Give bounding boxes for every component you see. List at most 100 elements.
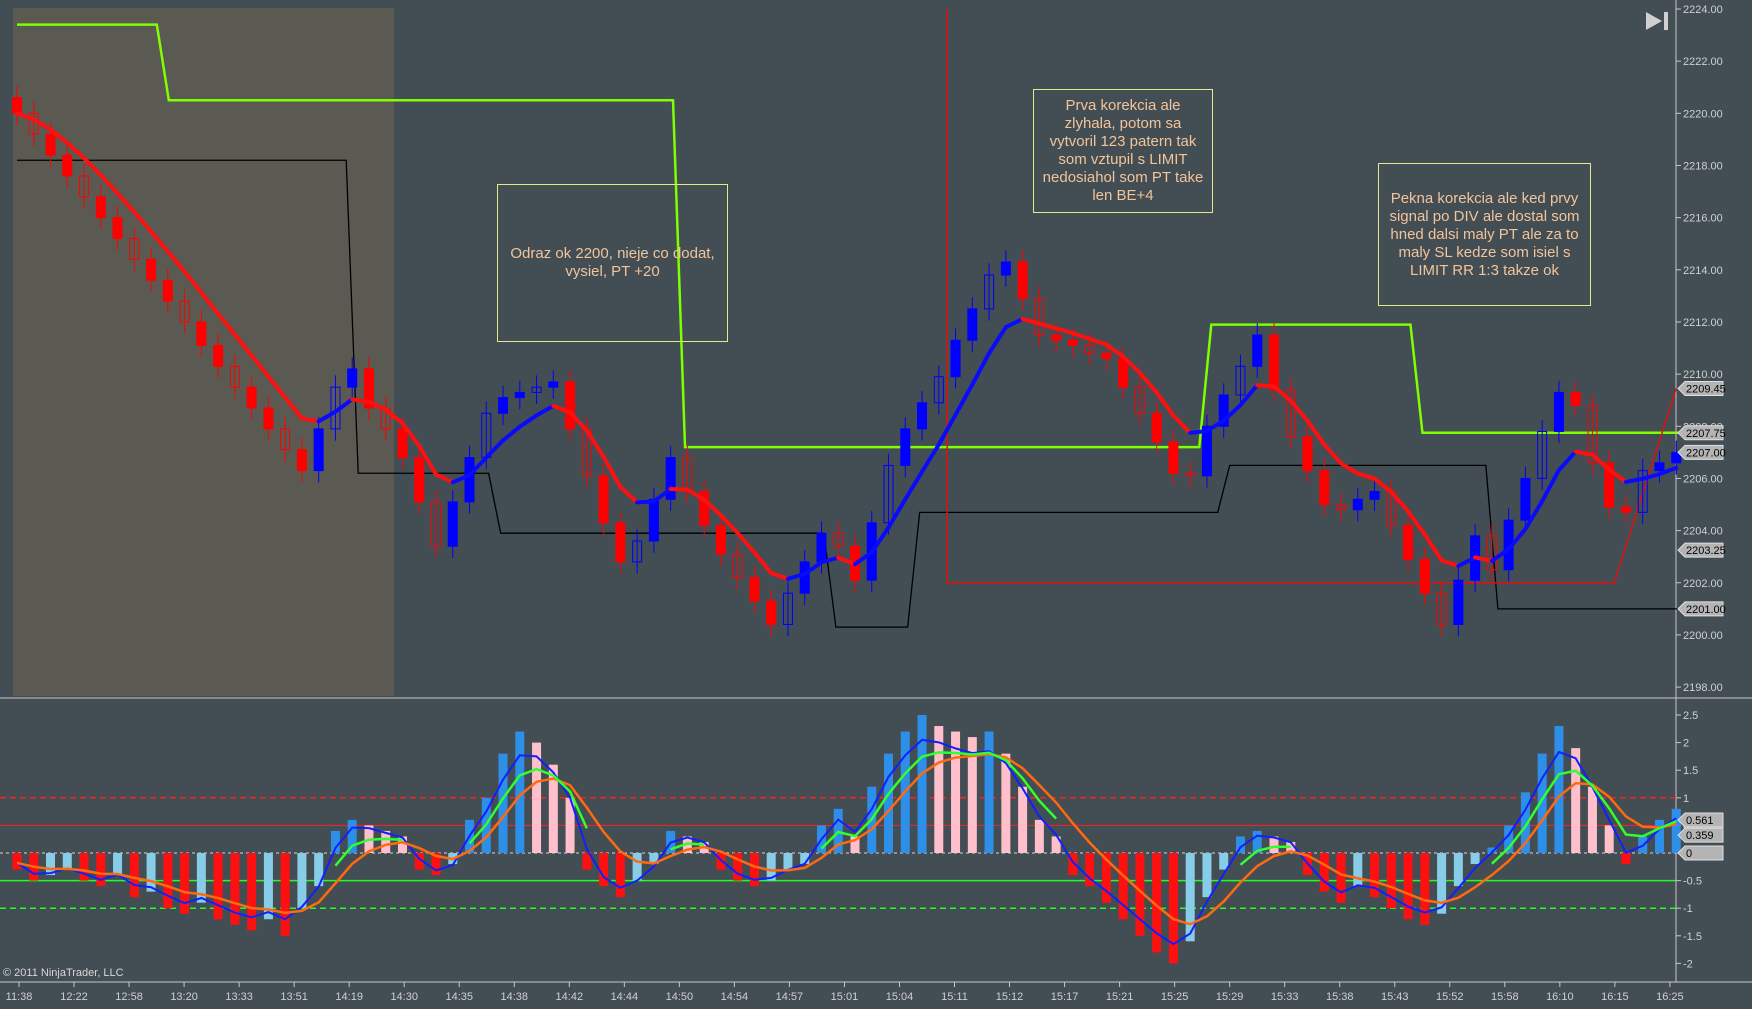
moving-average-segment <box>1154 390 1176 418</box>
skip-to-end-icon[interactable] <box>1644 10 1670 32</box>
moving-average-segment <box>987 325 1008 356</box>
price-tick-label: 2224.00 <box>1683 4 1723 16</box>
candle-down <box>162 279 173 302</box>
candle-down <box>749 577 760 602</box>
indicator-tick-label: -1 <box>1683 903 1693 915</box>
moving-average-segment <box>903 469 925 502</box>
candle-up <box>313 428 324 472</box>
time-tick-label: 15:17 <box>1051 991 1079 1003</box>
candle-up <box>347 368 358 388</box>
indicator-badge-label: 0.561 <box>1686 815 1714 827</box>
price-tick-label: 2218.00 <box>1683 160 1723 172</box>
moving-average-segment <box>1556 449 1578 473</box>
candle-down <box>213 344 224 367</box>
indicator-badge-label: 0 <box>1686 848 1692 860</box>
annotation-note-1[interactable]: Odraz ok 2200, nieje co dodat, vysiel, P… <box>497 184 728 342</box>
price-badge: 2203.25 <box>1677 542 1726 558</box>
price-tick-label: 2200.00 <box>1683 630 1723 642</box>
candle-down <box>1269 334 1279 391</box>
time-tick-label: 15:01 <box>831 991 859 1003</box>
histogram-bar <box>884 753 894 853</box>
moving-average-segment <box>1171 413 1193 435</box>
candle-up <box>900 428 911 466</box>
moving-average-segment <box>1372 476 1394 495</box>
price-badge-label: 2203.25 <box>1686 545 1726 557</box>
moving-average-segment <box>1422 532 1444 563</box>
time-tick-label: 15:04 <box>886 991 914 1003</box>
candle-up <box>1654 462 1665 472</box>
moving-average-segment <box>1255 383 1276 389</box>
price-tick-label: 2220.00 <box>1683 108 1723 120</box>
indicator-tick-label: 2 <box>1683 738 1689 750</box>
price-tick-label: 2202.00 <box>1683 578 1723 590</box>
time-tick-label: 16:10 <box>1546 991 1574 1003</box>
histogram-bar <box>1604 825 1614 853</box>
time-tick-label: 13:20 <box>170 991 198 1003</box>
time-tick-label: 16:25 <box>1656 991 1684 1003</box>
candle-down <box>1419 558 1430 594</box>
moving-average-segment <box>1540 468 1561 504</box>
time-tick-label: 13:33 <box>225 991 253 1003</box>
time-tick-label: 15:12 <box>996 991 1024 1003</box>
candle-down <box>296 449 307 472</box>
time-tick-label: 15:21 <box>1106 991 1134 1003</box>
moving-average-segment <box>584 428 606 459</box>
histogram-bar <box>1118 853 1128 920</box>
moving-average-segment <box>752 550 774 576</box>
histogram-bar <box>129 853 139 898</box>
annotation-note-3[interactable]: Pekna korekcia ale ked prvy signal po DI… <box>1378 163 1591 306</box>
moving-average-segment <box>635 499 656 505</box>
histogram-bar <box>917 715 927 853</box>
time-tick-label: 15:29 <box>1216 991 1244 1003</box>
histogram-bar <box>180 853 190 914</box>
histogram-bar <box>1319 853 1329 892</box>
price-tick-label: 2206.00 <box>1683 473 1723 485</box>
candle-down <box>715 524 726 555</box>
trading-chart[interactable]: 2224.00 2222.00 2220.00 2218.00 2216.00 2214.… <box>0 0 1752 1009</box>
moving-average-segment <box>1054 326 1075 336</box>
candle-down <box>1101 352 1112 359</box>
candle-down <box>1017 261 1028 299</box>
candle-down <box>45 133 56 156</box>
candle-up <box>548 381 559 388</box>
moving-average-segment <box>920 442 941 474</box>
moving-average-segment <box>1020 316 1042 326</box>
time-tick-label: 15:33 <box>1271 991 1299 1003</box>
histogram-bar <box>1587 786 1597 853</box>
candle-down <box>414 457 425 503</box>
moving-average-segment <box>1037 321 1059 331</box>
price-tick-label: 2212.00 <box>1683 317 1723 329</box>
candle-down <box>1403 524 1414 560</box>
time-tick-label: 14:38 <box>501 991 529 1003</box>
price-badge: 2201.00 <box>1677 601 1726 617</box>
candle-up <box>514 391 525 399</box>
time-tick-label: 14:57 <box>776 991 804 1003</box>
indicator-tick-label: -1.5 <box>1683 931 1702 943</box>
moving-average-segment <box>1439 558 1461 568</box>
candle-down <box>1151 412 1162 443</box>
moving-average-segment <box>517 413 539 429</box>
time-tick-label: 16:15 <box>1601 991 1629 1003</box>
histogram-bar <box>783 853 793 870</box>
moving-average-segment <box>1188 428 1209 435</box>
candle-up <box>1520 477 1531 521</box>
candle-up <box>1201 425 1212 477</box>
indicator-tick-label: -0.5 <box>1683 876 1702 888</box>
histogram-bar <box>247 853 257 931</box>
moving-average-segment <box>970 351 992 387</box>
moving-average-segment <box>1623 476 1645 484</box>
time-tick-label: 14:42 <box>556 991 584 1003</box>
indicator-tick-label: 2.5 <box>1683 710 1698 722</box>
copyright-text: © 2011 NinjaTrader, LLC <box>3 967 124 979</box>
histogram-bar <box>280 853 290 936</box>
histogram-bar <box>1018 786 1028 853</box>
price-tick-label: 2204.00 <box>1683 526 1723 538</box>
annotation-note-2[interactable]: Prva korekcia ale zlyhala, potom sa vytv… <box>1033 89 1213 213</box>
price-badge-label: 2209.45 <box>1686 383 1726 395</box>
moving-average-segment <box>1087 336 1109 347</box>
moving-average-segment <box>1272 384 1293 403</box>
time-tick-label: 12:58 <box>115 991 143 1003</box>
moving-average-segment <box>1070 331 1092 341</box>
candle-up <box>1553 391 1564 432</box>
indicator-badge-shape <box>1677 845 1724 861</box>
